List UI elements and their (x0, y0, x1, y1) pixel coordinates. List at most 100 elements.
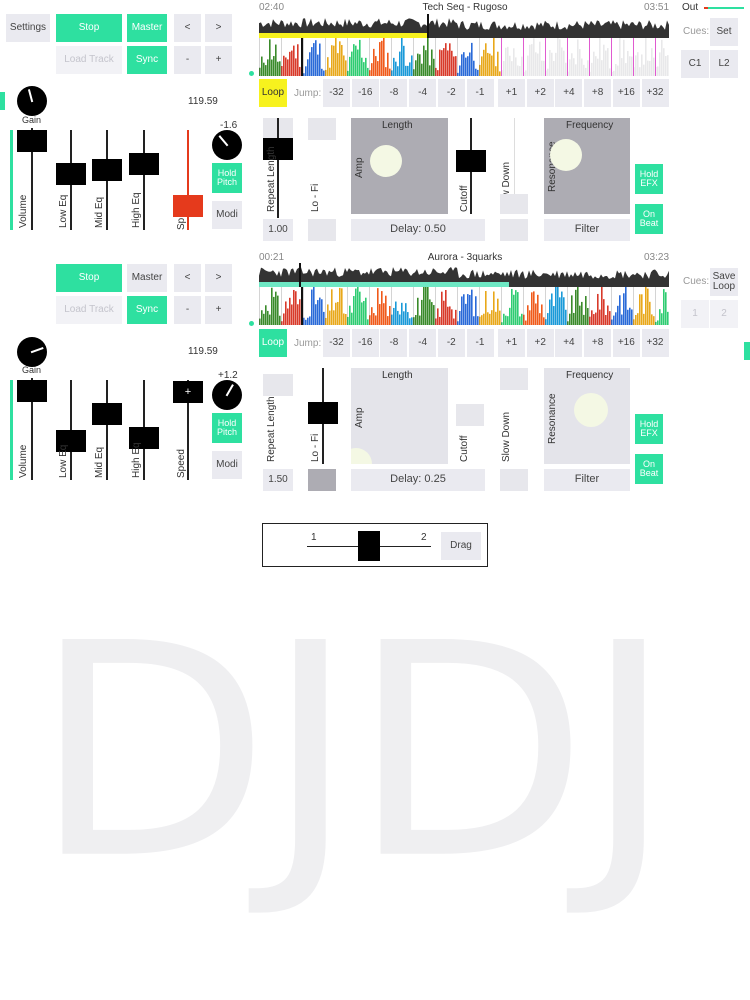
jump-plusminus-8-button[interactable]: +8 (584, 79, 612, 107)
save-loop-button[interactable]: Save Loop (710, 268, 738, 296)
filter-button[interactable]: Filter (544, 469, 630, 491)
jump-plusminus-2-button[interactable]: +2 (526, 79, 554, 107)
jump-minus-1-button[interactable]: -1 (466, 329, 494, 357)
sync-button[interactable]: Sync (127, 296, 167, 324)
cue-1-button[interactable]: 1 (681, 300, 709, 328)
jump-plusminus-4-button[interactable]: +4 (555, 329, 583, 357)
loop-button[interactable]: Loop (259, 329, 287, 357)
delay-pad-handle[interactable] (370, 145, 402, 177)
pitch-minus-button[interactable]: - (174, 46, 201, 74)
high-eq-label: High Eq (131, 192, 142, 228)
delay-xy-pad[interactable] (351, 368, 448, 464)
crossfader-thumb[interactable] (358, 531, 380, 561)
hold-pitch-button[interactable]: Hold Pitch (212, 163, 242, 193)
next-track-button[interactable]: > (205, 14, 232, 42)
high-eq-thumb[interactable] (129, 153, 159, 175)
jump-minus-1-button[interactable]: -1 (466, 79, 494, 107)
load-track-button[interactable]: Load Track (56, 296, 122, 324)
waveform-overview[interactable] (259, 263, 669, 287)
set-cue-button[interactable]: Set (710, 18, 738, 46)
jump-plusminus-1-button[interactable]: +1 (498, 329, 525, 357)
sync-button[interactable]: Sync (127, 46, 167, 74)
jump-minus-4-button[interactable]: -4 (409, 79, 437, 107)
time-total: 03:23 (644, 252, 670, 263)
pitch-knob[interactable] (212, 380, 242, 410)
waveform-detail[interactable] (259, 287, 669, 325)
high-eq-track (143, 130, 145, 230)
on-beat-button[interactable]: On Beat (635, 454, 663, 484)
jump-minus-2-button[interactable]: -2 (437, 79, 465, 107)
jump-plusminus-16-button[interactable]: +16 (612, 79, 640, 107)
pitch-plus-button[interactable]: + (205, 46, 232, 74)
lofi-box-bottom[interactable] (308, 219, 336, 241)
repeat-length-box[interactable] (263, 374, 293, 396)
jump-minus-8-button[interactable]: -8 (380, 79, 408, 107)
hold-pitch-button[interactable]: Hold Pitch (212, 413, 242, 443)
cue-2-button[interactable]: 2 (710, 300, 738, 328)
filter-pad-handle[interactable] (550, 139, 582, 171)
resonance-label: Resonance (547, 393, 558, 444)
loop-button[interactable]: Loop (259, 79, 287, 107)
drag-button[interactable]: Drag (441, 532, 481, 560)
load-track-button[interactable]: Load Track (56, 46, 122, 74)
previous-track-button[interactable]: < (174, 264, 201, 292)
lofi-box-top (308, 118, 336, 140)
delay-button[interactable]: Delay: 0.25 (351, 469, 485, 491)
jump-minus-16-button[interactable]: -16 (351, 79, 379, 107)
deck-active-indicator (0, 92, 5, 110)
jump-minus-32-button[interactable]: -32 (323, 79, 350, 107)
volume-fader-thumb[interactable] (17, 130, 47, 152)
slow-down-thumb[interactable] (500, 368, 528, 390)
speed-fader-thumb[interactable]: + (173, 381, 203, 403)
jump-plusminus-32-button[interactable]: +32 (641, 329, 669, 357)
waveform-overview[interactable] (259, 14, 669, 38)
slow-down-thumb[interactable] (500, 194, 528, 214)
lofi-box[interactable] (308, 469, 336, 491)
jump-plusminus-4-button[interactable]: +4 (555, 79, 583, 107)
master-button[interactable]: Master (127, 264, 167, 292)
jump-minus-32-button[interactable]: -32 (323, 329, 350, 357)
hold-efx-button[interactable]: Hold EFX (635, 164, 663, 194)
cue-c1-button[interactable]: C1 (681, 50, 709, 78)
jump-minus-4-button[interactable]: -4 (409, 329, 437, 357)
settings-button[interactable]: Settings (6, 14, 50, 42)
previous-track-button[interactable]: < (174, 14, 201, 42)
pitch-minus-button[interactable]: - (174, 296, 201, 324)
mid-eq-thumb[interactable] (92, 403, 122, 425)
jump-minus-8-button[interactable]: -8 (380, 329, 408, 357)
master-button[interactable]: Master (127, 14, 167, 42)
gain-knob[interactable] (17, 337, 47, 367)
pitch-knob[interactable] (212, 130, 242, 160)
filter-pad-handle[interactable] (574, 393, 608, 427)
slow-down-box[interactable] (500, 469, 528, 491)
delay-button[interactable]: Delay: 0.50 (351, 219, 485, 241)
next-track-button[interactable]: > (205, 264, 232, 292)
mid-eq-thumb[interactable] (92, 159, 122, 181)
waveform-detail[interactable] (259, 38, 669, 76)
jump-plusminus-32-button[interactable]: +32 (641, 79, 669, 107)
stop-button[interactable]: Stop (56, 14, 122, 42)
slow-down-label: Slow Down (501, 411, 512, 462)
stop-button[interactable]: Stop (56, 264, 122, 292)
pitch-plus-button[interactable]: + (205, 296, 232, 324)
cue-l2-button[interactable]: L2 (710, 50, 738, 78)
jump-plusminus-2-button[interactable]: +2 (526, 329, 554, 357)
slow-down-box[interactable] (500, 219, 528, 241)
modi-button[interactable]: Modi (212, 201, 242, 229)
lofi-thumb[interactable] (308, 402, 338, 424)
jump-plusminus-8-button[interactable]: +8 (584, 329, 612, 357)
filter-button[interactable]: Filter (544, 219, 630, 241)
volume-fader-thumb[interactable] (17, 380, 47, 402)
cutoff-thumb[interactable] (456, 150, 486, 172)
gain-knob[interactable] (17, 86, 47, 116)
jump-plusminus-16-button[interactable]: +16 (612, 329, 640, 357)
jump-minus-2-button[interactable]: -2 (437, 329, 465, 357)
low-eq-thumb[interactable] (56, 163, 86, 185)
jump-plusminus-1-button[interactable]: +1 (498, 79, 525, 107)
on-beat-button[interactable]: On Beat (635, 204, 663, 234)
speed-fader-thumb[interactable] (173, 195, 203, 217)
cutoff-thumb[interactable] (456, 404, 484, 426)
hold-efx-button[interactable]: Hold EFX (635, 414, 663, 444)
jump-minus-16-button[interactable]: -16 (351, 329, 379, 357)
modi-button[interactable]: Modi (212, 451, 242, 479)
